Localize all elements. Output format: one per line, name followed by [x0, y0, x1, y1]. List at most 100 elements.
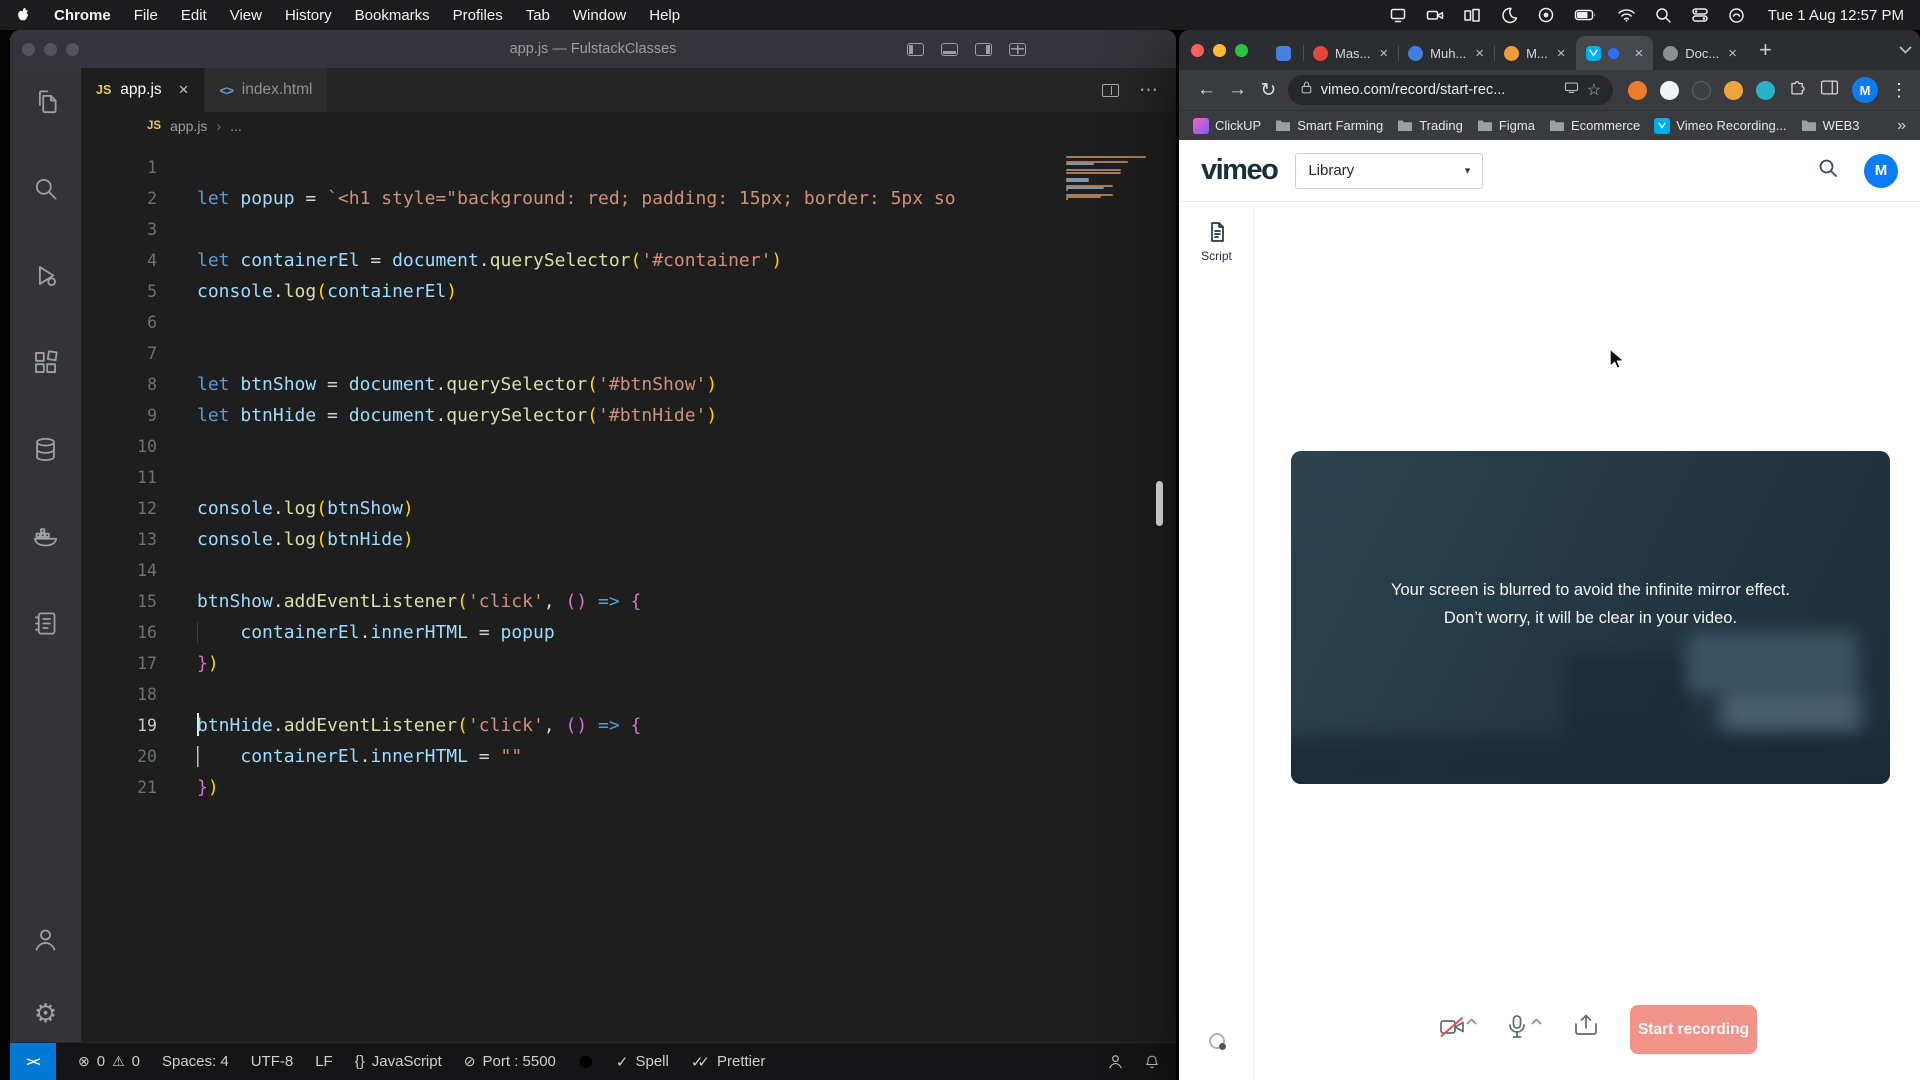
side-panel-icon[interactable]: [1820, 79, 1839, 101]
code-line-11[interactable]: 11: [81, 462, 1176, 493]
battery-icon[interactable]: [1574, 7, 1598, 23]
feedback-person-icon[interactable]: [1107, 1053, 1124, 1070]
url-text[interactable]: vimeo.com/record/start-rec...: [1321, 82, 1556, 98]
toggle-secondary-sidebar-icon[interactable]: [975, 43, 992, 56]
bookmark-folder-figma[interactable]: Figma: [1477, 118, 1535, 133]
menu-history[interactable]: History: [285, 7, 332, 24]
code-line-9[interactable]: 9let btnHide = document.querySelector('#…: [81, 400, 1176, 431]
extension-icon-5[interactable]: [1756, 81, 1775, 100]
minimap[interactable]: [1066, 154, 1156, 754]
extension-icon-3[interactable]: [1692, 81, 1711, 100]
breadcrumb[interactable]: JS app.js › ...: [81, 112, 1176, 140]
menubar-app-name[interactable]: Chrome: [54, 7, 111, 24]
docker-icon[interactable]: [32, 523, 59, 555]
microphone-options-chevron-icon[interactable]: [1531, 1012, 1542, 1030]
start-recording-button[interactable]: Start recording: [1630, 1005, 1757, 1054]
wifi-icon[interactable]: [1617, 7, 1636, 23]
bookmark-star-icon[interactable]: ☆: [1587, 80, 1601, 100]
run-debug-icon[interactable]: [32, 262, 59, 294]
code-line-15[interactable]: 15btnShow.addEventListener('click', () =…: [81, 586, 1176, 617]
database-icon[interactable]: [32, 436, 59, 468]
camera-toggle-button[interactable]: [1439, 1016, 1465, 1038]
page-action-icon[interactable]: [1564, 81, 1579, 99]
chrome-profile-avatar[interactable]: M: [1852, 77, 1878, 103]
close-tab-icon[interactable]: ×: [1728, 45, 1737, 62]
more-actions-icon[interactable]: ⋯: [1139, 79, 1158, 102]
customize-layout-icon[interactable]: [1009, 43, 1026, 56]
bookmark-folder-trading[interactable]: Trading: [1397, 118, 1463, 133]
code-editor[interactable]: 12let popup = `<h1 style="background: re…: [81, 140, 1176, 1042]
eol-indicator[interactable]: LF: [315, 1053, 333, 1070]
editor-tab-appjs[interactable]: JS app.js ×: [81, 68, 204, 112]
bookmark-clickup[interactable]: ClickUP: [1193, 118, 1261, 134]
record-dot-icon[interactable]: [1537, 6, 1555, 24]
back-button[interactable]: ←: [1191, 79, 1222, 101]
close-tab-icon[interactable]: ×: [1557, 45, 1566, 62]
chrome-tab-vimeo-active[interactable]: ×: [1576, 36, 1654, 70]
close-tab-icon[interactable]: ×: [1635, 45, 1644, 62]
problems-indicator[interactable]: ⊗ 0 ⚠ 0: [78, 1053, 140, 1070]
code-line-7[interactable]: 7: [81, 338, 1176, 369]
notifications-bell-icon[interactable]: [1144, 1053, 1160, 1070]
minimize-window-button[interactable]: [1213, 44, 1226, 57]
chrome-tab-2[interactable]: Muh... ×: [1398, 36, 1494, 70]
encoding-indicator[interactable]: UTF-8: [251, 1053, 294, 1070]
menu-profiles[interactable]: Profiles: [453, 7, 503, 24]
explorer-icon[interactable]: [32, 88, 59, 120]
tab-search-chevron-icon[interactable]: [1899, 46, 1912, 55]
editor-scrollbar-handle[interactable]: [1156, 481, 1163, 526]
notebook-icon[interactable]: [32, 610, 59, 642]
extension-icon-4[interactable]: [1724, 81, 1743, 100]
code-line-12[interactable]: 12console.log(btnShow): [81, 493, 1176, 524]
code-line-5[interactable]: 5console.log(containerEl): [81, 276, 1176, 307]
code-line-2[interactable]: 2let popup = `<h1 style="background: red…: [81, 183, 1176, 214]
bookmark-vimeo-recording[interactable]: Vimeo Recording...: [1654, 118, 1786, 134]
code-line-3[interactable]: 3: [81, 214, 1176, 245]
script-tool-button[interactable]: Script: [1201, 220, 1232, 263]
breadcrumb-symbol[interactable]: ...: [230, 118, 242, 134]
vscode-titlebar[interactable]: app.js — FulstackClasses: [10, 30, 1176, 68]
code-line-6[interactable]: 6: [81, 307, 1176, 338]
code-line-17[interactable]: 17}): [81, 648, 1176, 679]
menu-bookmarks[interactable]: Bookmarks: [355, 7, 430, 24]
menu-window[interactable]: Window: [573, 7, 626, 24]
language-indicator[interactable]: {} JavaScript: [355, 1053, 442, 1070]
settings-gear-icon[interactable]: ⚙: [34, 1000, 57, 1026]
microphone-toggle-button[interactable]: [1507, 1014, 1527, 1040]
remote-indicator[interactable]: ><: [10, 1043, 56, 1080]
screen-share-button[interactable]: [1573, 1013, 1599, 1037]
toggle-sidebar-icon[interactable]: [907, 43, 924, 56]
reload-button[interactable]: ↻: [1253, 79, 1284, 102]
menu-edit[interactable]: Edit: [181, 7, 207, 24]
menubar-clock[interactable]: Tue 1 Aug 12:57 PM: [1768, 7, 1904, 24]
close-tab-icon[interactable]: ×: [1379, 45, 1388, 62]
search-icon[interactable]: [1818, 158, 1838, 183]
minimize-window-button[interactable]: [44, 43, 57, 56]
code-line-4[interactable]: 4let containerEl = document.querySelecto…: [81, 245, 1176, 276]
accounts-icon[interactable]: [32, 926, 59, 958]
menu-tab[interactable]: Tab: [526, 7, 550, 24]
screen-mirroring-icon[interactable]: [1389, 6, 1407, 24]
close-tab-icon[interactable]: ×: [179, 80, 189, 100]
code-line-14[interactable]: 14: [81, 555, 1176, 586]
prettier-status[interactable]: ✓✓ Prettier: [691, 1053, 766, 1071]
forward-button[interactable]: →: [1222, 79, 1253, 101]
bookmark-folder-ecommerce[interactable]: Ecommerce: [1549, 118, 1640, 133]
close-tab-icon[interactable]: ×: [1475, 45, 1484, 62]
code-line-20[interactable]: 20 containerEl.innerHTML = "": [81, 741, 1176, 772]
menu-file[interactable]: File: [134, 7, 158, 24]
search-icon[interactable]: [32, 175, 59, 207]
code-line-13[interactable]: 13console.log(btnHide): [81, 524, 1176, 555]
bookmarks-overflow-icon[interactable]: »: [1897, 117, 1906, 135]
chrome-tab-5[interactable]: Doc... ×: [1653, 36, 1747, 70]
breadcrumb-file[interactable]: app.js: [170, 118, 207, 134]
code-line-18[interactable]: 18: [81, 679, 1176, 710]
code-line-1[interactable]: 1: [81, 152, 1176, 183]
control-center-icon[interactable]: [1691, 7, 1709, 23]
menu-help[interactable]: Help: [649, 7, 680, 24]
live-server-port[interactable]: ⊘ Port : 5500: [464, 1053, 556, 1070]
extensions-icon[interactable]: [32, 349, 59, 381]
bookmark-folder-smart-farming[interactable]: Smart Farming: [1275, 118, 1383, 133]
chrome-menu-icon[interactable]: ⋮: [1890, 80, 1908, 101]
vimeo-user-avatar[interactable]: M: [1864, 154, 1898, 188]
